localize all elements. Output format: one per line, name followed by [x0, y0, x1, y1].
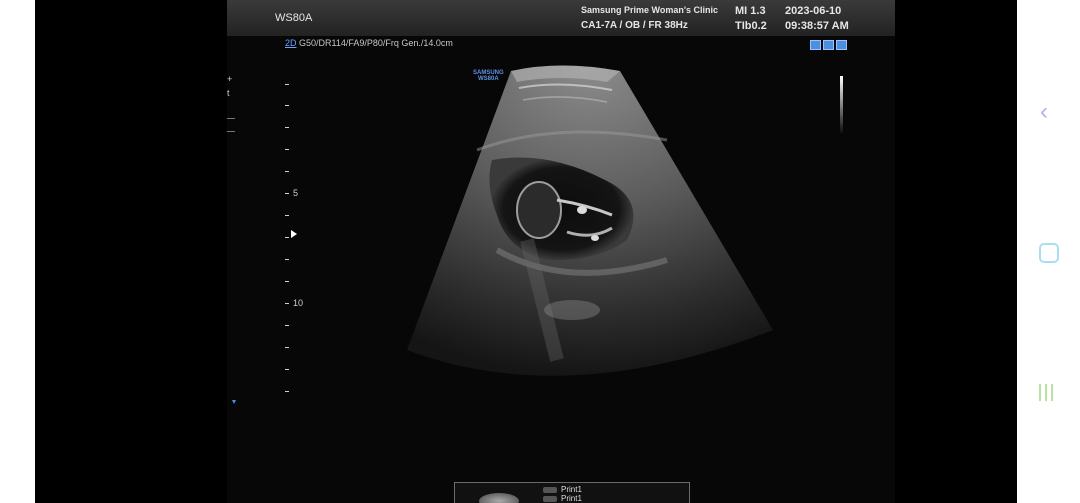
- depth-label: 5: [293, 188, 299, 198]
- focus-marker: [291, 230, 297, 238]
- depth-tick: [285, 171, 289, 172]
- machine-model: WS80A: [275, 12, 313, 24]
- status-icon: [823, 40, 834, 50]
- key-icon: [543, 486, 557, 493]
- chevron-left-icon[interactable]: ‹: [1040, 98, 1048, 126]
- ultrasound-scan-image: [407, 65, 773, 376]
- status-icons: [810, 40, 847, 50]
- print-option[interactable]: Print1: [543, 494, 582, 503]
- depth-tick: [285, 149, 289, 150]
- depth-tick: [285, 193, 289, 194]
- probe-preset: CA1-7A / OB / FR 38Hz: [581, 20, 688, 31]
- ultrasound-screen: WS80A Samsung Prime Woman's Clinic CA1-7…: [227, 0, 895, 503]
- depth-tick: [285, 259, 289, 260]
- print-option-label: Print1: [561, 485, 582, 494]
- imaging-parameters: 2D G50/DR114/FA9/P80/Frq Gen./14.0cm: [285, 38, 453, 48]
- three-bars-recents-icon[interactable]: [1039, 384, 1053, 401]
- brand-watermark: SAMSUNG WS80A: [473, 70, 504, 82]
- knob-icon: [479, 493, 519, 503]
- exam-time: 09:38:57 AM: [785, 20, 849, 32]
- key-icon: [543, 495, 557, 502]
- depth-tick: [285, 325, 289, 326]
- depth-label: 10: [293, 298, 304, 308]
- depth-tick: [285, 281, 289, 282]
- left-marker: t: [227, 88, 230, 98]
- status-icon: [810, 40, 821, 50]
- system-nav-bar: ‹: [1017, 0, 1080, 503]
- thermal-index: TIb0.2: [735, 20, 767, 32]
- depth-tick: [285, 237, 289, 238]
- brand-line: WS80A: [478, 76, 499, 82]
- rounded-square-home-icon[interactable]: [1039, 243, 1059, 263]
- grayscale-bar: [840, 76, 843, 136]
- blue-marker: [232, 400, 236, 404]
- depth-tick: [285, 347, 289, 348]
- recents-bar: [1051, 384, 1053, 401]
- depth-tick: [285, 105, 289, 106]
- left-indicator: [227, 118, 235, 132]
- depth-tick: [285, 84, 289, 85]
- print-option-label: Print1: [561, 494, 582, 503]
- recents-bar: [1039, 384, 1041, 401]
- print-menu: Print1 Print1: [454, 482, 690, 503]
- mode-label: 2D: [285, 38, 297, 48]
- depth-tick: [285, 369, 289, 370]
- recents-bar: [1045, 384, 1047, 401]
- clinic-name: Samsung Prime Woman's Clinic: [581, 5, 719, 15]
- depth-tick: [285, 303, 289, 304]
- print-option[interactable]: Print1: [543, 485, 582, 494]
- depth-tick: [285, 127, 289, 128]
- left-marker: +: [227, 74, 233, 84]
- mechanical-index: MI 1.3: [735, 5, 766, 17]
- exam-date: 2023-06-10: [785, 5, 842, 17]
- depth-tick: [285, 391, 289, 392]
- image-viewer: WS80A Samsung Prime Woman's Clinic CA1-7…: [35, 0, 1017, 503]
- depth-tick: [285, 215, 289, 216]
- status-icon: [836, 40, 847, 50]
- parameter-values: G50/DR114/FA9/P80/Frq Gen./14.0cm: [296, 38, 453, 48]
